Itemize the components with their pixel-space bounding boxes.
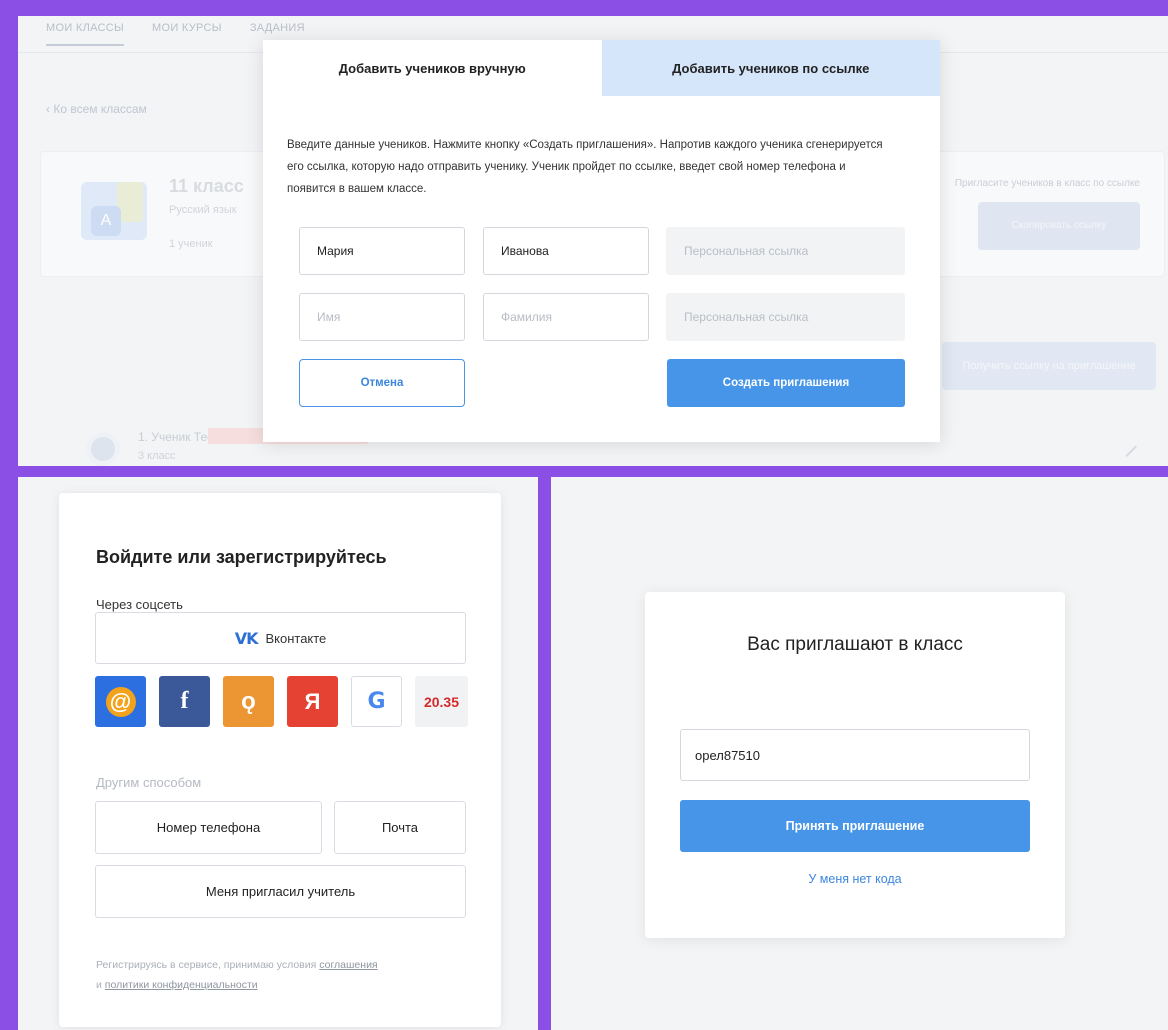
letter-a-icon: A (91, 206, 121, 236)
odnoklassniki-icon[interactable]: ǫ (223, 676, 274, 727)
privacy-policy-link[interactable]: политики конфиденциальности (105, 979, 258, 991)
vk-icon: VK (234, 628, 259, 648)
login-title: Войдите или зарегистрируйтесь (96, 547, 387, 567)
email-button[interactable]: Почта (334, 801, 466, 854)
mail-ru-icon: @ (105, 686, 136, 717)
student-avatar (86, 432, 120, 466)
social-section-label: Через соцсеть (96, 597, 183, 612)
student-name: 1. Ученик Тест (138, 430, 219, 444)
google-icon[interactable]: G (351, 676, 402, 727)
login-screen: Войдите или зарегистрируйтесь Через соцс… (18, 477, 538, 1030)
login-card: Войдите или зарегистрируйтесь Через соцс… (59, 493, 501, 1027)
no-code-link[interactable]: У меня нет кода (645, 872, 1065, 886)
tab-add-manually[interactable]: Добавить учеников вручную (263, 40, 602, 96)
gosuslugi-icon[interactable]: 20.35 (415, 676, 468, 727)
class-student-count: 1 ученик (169, 238, 213, 250)
cancel-button[interactable]: Отмена (299, 359, 465, 407)
facebook-icon[interactable]: f (159, 676, 210, 727)
student-grade: 3 класс (138, 450, 176, 462)
invite-hint: Пригласите учеников в класс по ссылке (954, 178, 1140, 189)
invite-card: Вас приглашают в класс орел87510 Принять… (645, 592, 1065, 938)
accept-invitation-button[interactable]: Принять приглашение (680, 800, 1030, 852)
yandex-icon[interactable]: Я (287, 676, 338, 727)
last-name-input-1[interactable]: Иванова (483, 227, 649, 275)
teacher-class-screen: МОИ КЛАССЫ МОИ КУРСЫ ЗАДАНИЯ ‹ Ко всем к… (18, 16, 1168, 466)
personal-link-field-1: Персональная ссылка (666, 227, 905, 275)
bg-tab-my-classes[interactable]: МОИ КЛАССЫ (46, 22, 125, 46)
back-to-classes-link[interactable]: ‹ Ко всем классам (46, 102, 147, 116)
last-name-input-2[interactable]: Фамилия (483, 293, 649, 341)
class-avatar: A (81, 182, 147, 240)
class-name: 11 класс (169, 176, 244, 196)
class-subject: Русский язык (169, 204, 237, 216)
social-icons-row: @ f ǫ Я G 20.35 (95, 676, 468, 727)
personal-link-field-2: Персональная ссылка (666, 293, 905, 341)
first-name-input-2[interactable]: Имя (299, 293, 465, 341)
copy-link-button[interactable]: Скопировать ссылку (978, 202, 1140, 250)
modal-description: Введите данные учеников. Нажмите кнопку … (287, 139, 883, 195)
edit-icon[interactable] (1117, 437, 1137, 457)
get-invite-link-button[interactable]: Получить ссылку на приглашение (942, 342, 1156, 390)
mail-ru-button[interactable]: @ (95, 676, 146, 727)
terms-mid: и (96, 979, 105, 991)
tab-add-by-link[interactable]: Добавить учеников по ссылке (601, 40, 940, 96)
terms-text: Регистрируясь в сервисе, принимаю услови… (96, 955, 476, 995)
bg-tab-my-courses[interactable]: МОИ КУРСЫ (152, 22, 222, 46)
invite-code-input[interactable]: орел87510 (680, 729, 1030, 781)
add-students-modal: Добавить учеников вручную Добавить учени… (263, 40, 940, 442)
first-name-input-1[interactable]: Мария (299, 227, 465, 275)
teacher-invited-button[interactable]: Меня пригласил учитель (95, 865, 466, 918)
create-invitations-button[interactable]: Создать приглашения (667, 359, 905, 407)
phone-number-button[interactable]: Номер телефона (95, 801, 322, 854)
agreement-link[interactable]: соглашения (319, 959, 377, 971)
terms-prefix: Регистрируясь в сервисе, принимаю услови… (96, 959, 320, 971)
other-method-label: Другим способом (96, 775, 202, 790)
invite-title: Вас приглашают в класс (747, 634, 963, 655)
invite-screen: Вас приглашают в класс орел87510 Принять… (551, 477, 1168, 1030)
vkontakte-label: Вконтакте (265, 630, 327, 646)
modal-tabs: Добавить учеников вручную Добавить учени… (263, 40, 940, 96)
vkontakte-button[interactable]: VK Вконтакте (95, 612, 466, 664)
